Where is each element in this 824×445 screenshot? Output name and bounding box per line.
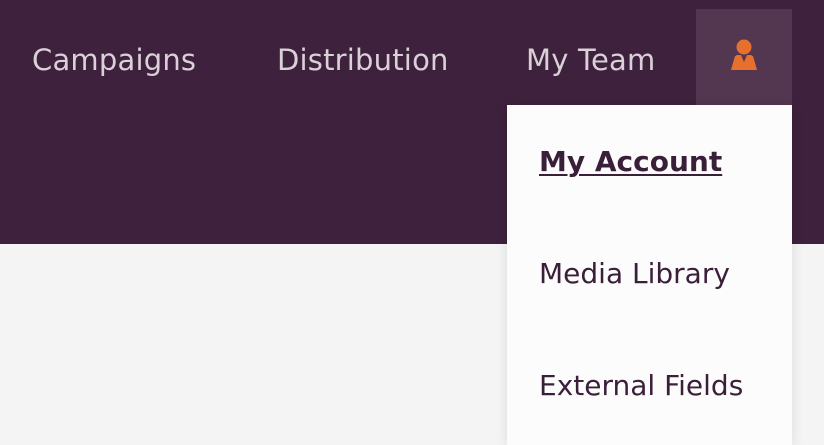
user-menu-button[interactable] xyxy=(696,9,792,105)
user-icon xyxy=(731,39,757,70)
menu-item-external-fields[interactable]: External Fields xyxy=(539,366,743,406)
nav-distribution[interactable]: Distribution xyxy=(277,38,449,82)
menu-item-media-library[interactable]: Media Library xyxy=(539,254,730,294)
account-dropdown-menu: My Account Media Library External Fields xyxy=(507,105,792,445)
menu-item-my-account[interactable]: My Account xyxy=(539,142,722,182)
nav-campaigns[interactable]: Campaigns xyxy=(32,38,196,82)
nav-my-team[interactable]: My Team xyxy=(526,38,655,82)
